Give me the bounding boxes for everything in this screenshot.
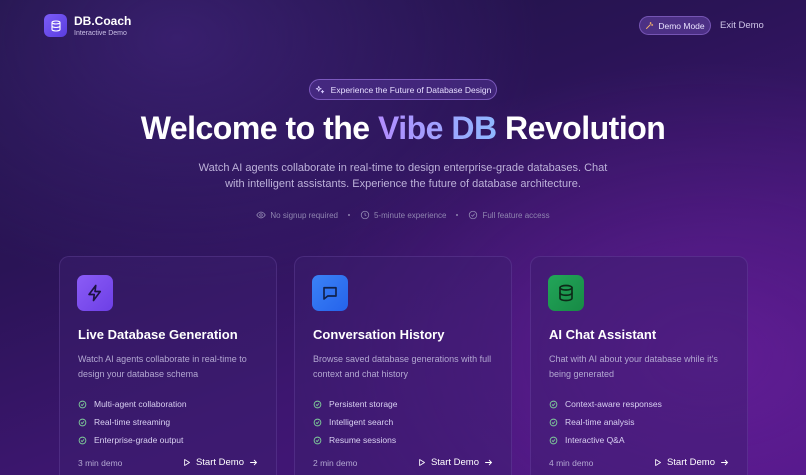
brand-subtitle: Interactive Demo	[74, 30, 127, 37]
card-icon-box	[312, 275, 348, 311]
start-demo-label: Start Demo	[430, 457, 479, 468]
card-title: AI Chat Assistant	[549, 327, 657, 342]
check-circle-icon	[469, 210, 478, 220]
headline-post: Revolution	[496, 110, 666, 146]
demo-card-live-generation[interactable]: Live Database Generation Watch AI agents…	[59, 256, 277, 475]
check-circle-icon	[78, 418, 87, 426]
list-item-label: Context-aware responses	[565, 399, 662, 409]
check-circle-icon	[313, 436, 322, 444]
card-description: Browse saved database generations with f…	[313, 354, 492, 379]
clock-icon	[360, 210, 370, 220]
feature-no-signup: No signup required	[256, 210, 338, 220]
list-item-label: Enterprise-grade output	[94, 435, 184, 445]
check-circle-icon	[78, 400, 87, 408]
list-item: Enterprise-grade output	[78, 431, 187, 449]
database-icon	[559, 284, 573, 302]
demo-duration: 3 min demo	[78, 457, 123, 468]
arrow-right-icon	[485, 459, 493, 466]
play-icon	[655, 459, 661, 466]
check-circle-icon	[549, 400, 558, 408]
hero-pill-label: Experience the Future of Database Design	[330, 84, 492, 95]
play-icon	[419, 459, 425, 466]
demo-duration: 2 min demo	[313, 457, 358, 468]
demo-mode-label: Demo Mode	[658, 20, 705, 31]
exit-demo-button[interactable]: Exit Demo	[720, 20, 764, 31]
list-item: Persistent storage	[313, 395, 398, 413]
list-item: Multi-agent collaboration	[78, 395, 187, 413]
lightning-icon	[88, 284, 102, 302]
feature-duration: 5-minute experience	[360, 210, 446, 220]
start-demo-label: Start Demo	[666, 457, 715, 468]
feature-label: Full feature access	[482, 210, 550, 220]
check-circle-icon	[313, 418, 322, 426]
separator-dot	[347, 214, 350, 216]
headline-accent: Vibe DB	[377, 110, 497, 146]
start-demo-button[interactable]: Start Demo	[417, 457, 493, 468]
list-item: Resume sessions	[313, 431, 398, 449]
list-item-label: Multi-agent collaboration	[94, 399, 187, 409]
page-title: Welcome to the Vibe DB Revolution	[0, 110, 806, 147]
list-item-label: Interactive Q&A	[565, 435, 625, 445]
list-item: Intelligent search	[313, 413, 398, 431]
feature-highlights: No signup required 5-minute experience F…	[0, 209, 806, 221]
card-bullets: Multi-agent collaboration Real-time stre…	[78, 395, 187, 449]
list-item-label: Resume sessions	[329, 435, 397, 445]
brand-title: DB.Coach	[74, 14, 132, 28]
top-bar: DB.Coach Interactive Demo Demo Mode Exit…	[0, 0, 806, 52]
check-circle-icon	[78, 436, 87, 444]
logo[interactable]	[44, 14, 67, 37]
magic-wand-icon	[646, 22, 654, 29]
demo-card-ai-chat-assistant[interactable]: AI Chat Assistant Chat with AI about you…	[530, 256, 748, 475]
card-description: Chat with AI about your database while i…	[549, 354, 718, 379]
list-item-label: Persistent storage	[329, 399, 398, 409]
list-item: Context-aware responses	[549, 395, 662, 413]
check-circle-icon	[549, 436, 558, 444]
card-description: Watch AI agents collaborate in real-time…	[78, 354, 247, 379]
sparkles-icon	[315, 85, 324, 93]
card-title: Conversation History	[313, 327, 445, 342]
check-circle-icon	[549, 418, 558, 426]
arrow-right-icon	[721, 459, 729, 466]
database-icon	[50, 19, 61, 32]
feature-label: No signup required	[270, 210, 338, 220]
card-icon-box	[548, 275, 584, 311]
card-bullets: Context-aware responses Real-time analys…	[549, 395, 662, 449]
card-footer: 3 min demo Start Demo	[78, 457, 258, 468]
hero-subtext: Watch AI agents collaborate in real-time…	[198, 162, 608, 190]
list-item: Real-time streaming	[78, 413, 187, 431]
start-demo-button[interactable]: Start Demo	[182, 457, 258, 468]
card-footer: 4 min demo Start Demo	[549, 457, 729, 468]
card-bullets: Persistent storage Intelligent search Re…	[313, 395, 398, 449]
list-item: Interactive Q&A	[549, 431, 662, 449]
hero-pill: Experience the Future of Database Design	[309, 79, 497, 100]
list-item-label: Intelligent search	[329, 417, 394, 427]
start-demo-button[interactable]: Start Demo	[653, 457, 729, 468]
demo-duration: 4 min demo	[549, 457, 594, 468]
separator-dot	[456, 214, 459, 216]
list-item-label: Real-time analysis	[565, 417, 635, 427]
feature-label: 5-minute experience	[373, 210, 447, 220]
play-icon	[184, 459, 190, 466]
list-item: Real-time analysis	[549, 413, 662, 431]
card-footer: 2 min demo Start Demo	[313, 457, 493, 468]
chat-bubble-icon	[323, 286, 337, 300]
demo-card-conversation-history[interactable]: Conversation History Browse saved databa…	[294, 256, 512, 475]
demo-mode-badge[interactable]: Demo Mode	[639, 16, 711, 35]
start-demo-label: Start Demo	[195, 457, 244, 468]
check-circle-icon	[313, 400, 322, 408]
card-title: Live Database Generation	[78, 327, 238, 342]
list-item-label: Real-time streaming	[94, 417, 171, 427]
feature-full-access: Full feature access	[468, 210, 550, 220]
headline-pre: Welcome to the	[140, 110, 378, 146]
eye-icon	[256, 211, 267, 219]
card-icon-box	[77, 275, 113, 311]
arrow-right-icon	[250, 459, 258, 466]
